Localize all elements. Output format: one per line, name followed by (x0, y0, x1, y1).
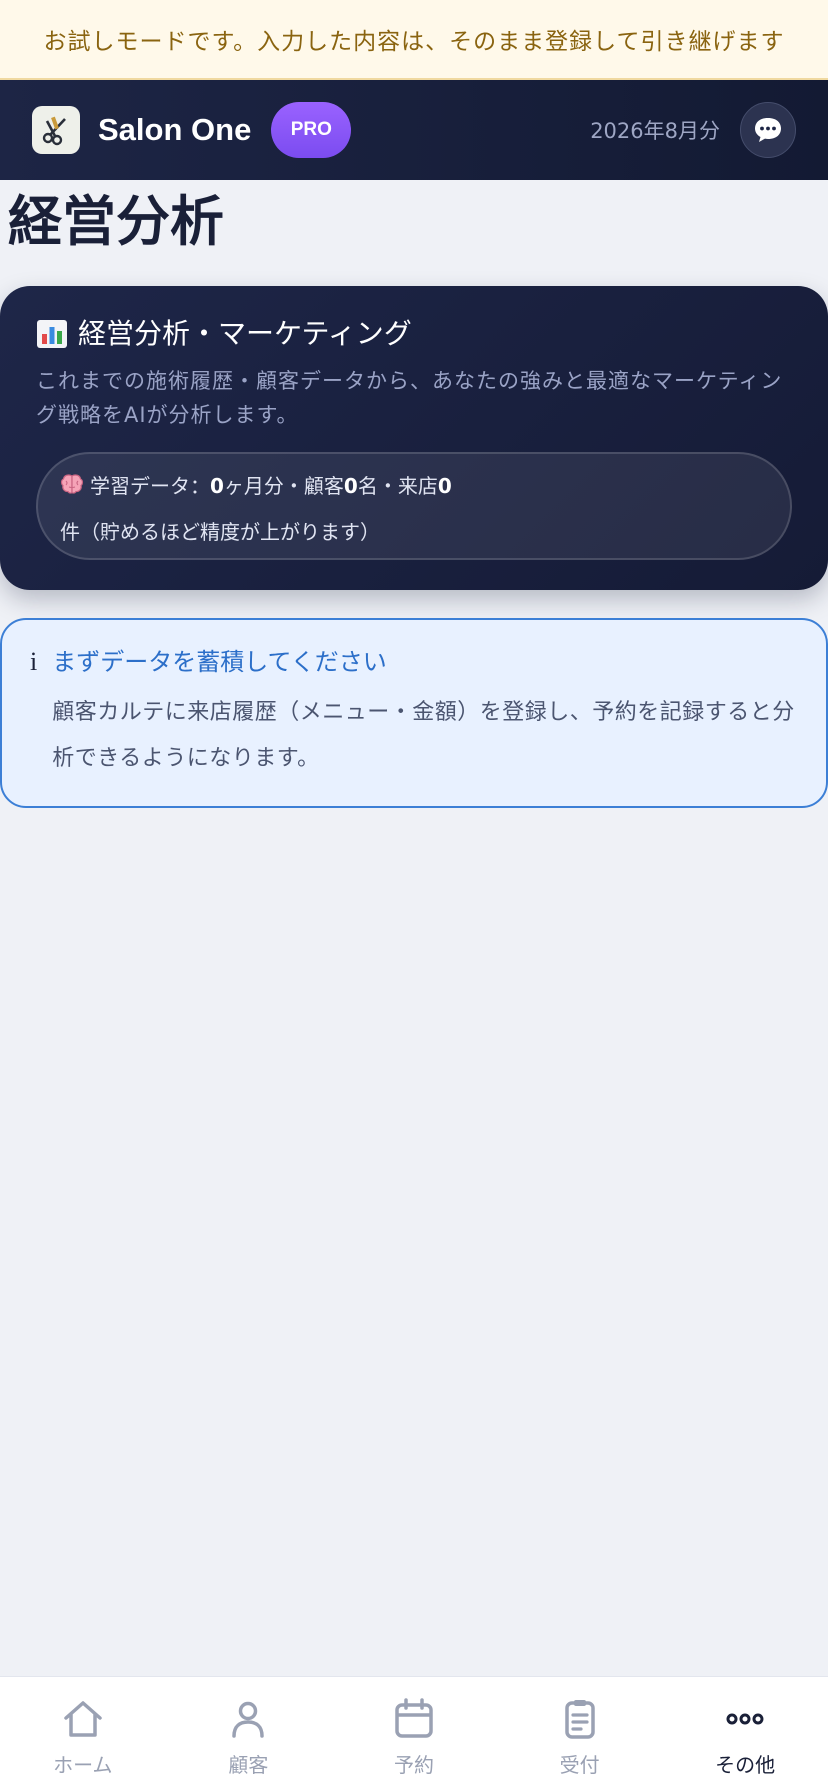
learning-prefix: 学習データ： (90, 474, 210, 498)
clipboard-icon (564, 1700, 595, 1739)
bottom-nav: ホーム 顧客 予約 受付 その他 (0, 1676, 828, 1792)
notice-row: i まずデータを蓄積してください 顧客カルテに来店履歴（メニュー・金額）を登録し… (30, 644, 798, 782)
nav-item-reservations[interactable]: 予約 (331, 1677, 497, 1792)
nav-item-more[interactable]: その他 (662, 1677, 828, 1792)
nav-item-customers[interactable]: 顧客 (166, 1677, 332, 1792)
notice-body: まずデータを蓄積してください 顧客カルテに来店履歴（メニュー・金額）を登録し、予… (52, 644, 798, 782)
pro-badge: PRO (271, 102, 352, 158)
analysis-hero-card: 経営分析・マーケティング これまでの施術履歴・顧客データから、あなたの強みと最適… (0, 286, 828, 590)
chat-button[interactable] (740, 102, 796, 158)
chat-bubble-icon (755, 118, 781, 142)
learning-visits: 0 (437, 474, 452, 498)
trial-mode-banner: お試しモードです。入力した内容は、そのまま登録して引き継げます (0, 0, 828, 80)
data-notice-card: i まずデータを蓄積してください 顧客カルテに来店履歴（メニュー・金額）を登録し… (0, 618, 828, 808)
nav-label-reservations: 予約 (393, 1753, 434, 1777)
nav-item-home[interactable]: ホーム (0, 1677, 166, 1792)
person-icon (232, 1701, 265, 1738)
app-header: Salon One PRO 2026年8月分 (0, 80, 828, 180)
info-icon: i (30, 647, 38, 676)
trial-mode-text: お試しモードです。入力した内容は、そのまま登録して引き継げます (43, 29, 785, 55)
nav-item-reception[interactable]: 受付 (497, 1677, 663, 1792)
nav-label-home: ホーム (53, 1753, 113, 1777)
hero-description: これまでの施術履歴・顧客データから、あなたの強みと最適なマーケティング戦略をAI… (36, 369, 783, 427)
app-logo[interactable] (32, 106, 80, 154)
learning-customers: 0 (343, 474, 358, 498)
nav-label-more: その他 (715, 1753, 776, 1777)
hero-title-row: 経営分析・マーケティング (36, 316, 792, 352)
page-title: 経営分析 (8, 190, 224, 253)
notice-title: まずデータを蓄積してください (52, 648, 387, 676)
notice-text: 顧客カルテに来店履歴（メニュー・金額）を登録し、予約を記録すると分析できるように… (52, 700, 795, 771)
nav-label-customers: 顧客 (228, 1753, 269, 1777)
hero-title: 経営分析・マーケティング (78, 317, 412, 350)
home-icon (64, 1701, 102, 1737)
learning-months-unit: ヶ月分・顧客 (223, 474, 344, 498)
calendar-icon (395, 1698, 433, 1738)
app-name: Salon One (98, 112, 252, 147)
nav-label-reception: 受付 (559, 1753, 600, 1777)
learning-data-pill: 学習データ：0ヶ月分・顧客0名・来店0件（貯めるほど精度が上がります） (36, 452, 792, 560)
more-icon (726, 1713, 764, 1725)
brain-icon (60, 466, 84, 510)
scissors-comb-icon (42, 116, 66, 146)
bar-chart-icon (37, 320, 67, 348)
period-label: 2026年8月分 (590, 119, 720, 143)
learning-months: 0 (210, 474, 224, 498)
learning-customers-unit: 名・来店 (357, 474, 438, 498)
learning-visits-unit: 件（貯めるほど精度が上がります） (60, 519, 380, 544)
